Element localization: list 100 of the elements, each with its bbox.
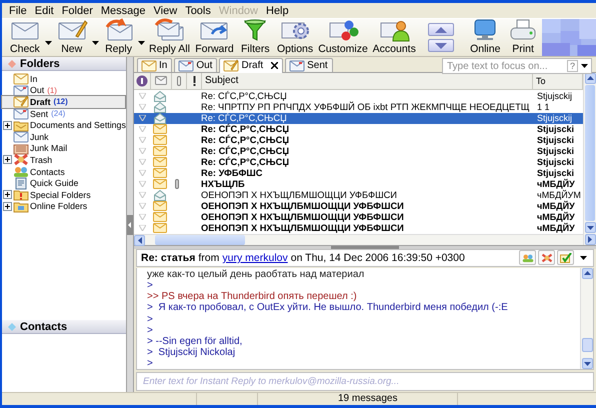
message-row[interactable]: Re: УФБФШС Stjujscki bbox=[134, 168, 583, 179]
toolbar-button[interactable]: Accounts bbox=[370, 19, 418, 56]
menu-item[interactable]: View bbox=[150, 4, 182, 16]
toolbar-button[interactable]: Options bbox=[274, 19, 316, 56]
toolbar-button[interactable]: Reply bbox=[100, 19, 138, 56]
vertical-scrollbar[interactable] bbox=[580, 268, 593, 370]
unread-count: (12) bbox=[54, 97, 68, 106]
pane-title: Folders bbox=[20, 58, 60, 70]
down-arrow-icon bbox=[435, 42, 448, 48]
up-arrow-icon[interactable] bbox=[584, 271, 590, 276]
tab[interactable]: In bbox=[137, 58, 172, 72]
quote-line: > bbox=[147, 324, 154, 336]
quote-line: > bbox=[147, 358, 154, 370]
message-row[interactable]: ОЕНОПЭП Х НХЪЩЛБМШОЩЦИ УФБФШСИ чМБДЙУ bbox=[134, 222, 583, 234]
message-row[interactable]: Re: СЃС‚Р°С‚СЊСЏ Stjujsckij bbox=[134, 112, 583, 124]
menu-item[interactable]: Message bbox=[96, 4, 150, 16]
tree-item[interactable]: Contacts bbox=[2, 166, 125, 178]
menu-item[interactable]: File bbox=[5, 4, 31, 16]
table-cell-text: 1 1 bbox=[536, 102, 551, 112]
folder-icon bbox=[13, 188, 29, 202]
envelope-icon[interactable] bbox=[155, 76, 167, 86]
previous-button[interactable] bbox=[428, 23, 454, 36]
horizontal-scrollbar[interactable] bbox=[134, 234, 583, 246]
tree-item[interactable]: Sent (24) bbox=[2, 108, 125, 120]
expand-icon[interactable] bbox=[3, 202, 12, 211]
quote-line: > Stjujsckij Nickolaj bbox=[147, 347, 236, 358]
up-arrow-icon[interactable] bbox=[586, 76, 594, 80]
tree-item[interactable]: Special Folders bbox=[2, 188, 125, 201]
help-button[interactable]: ? bbox=[567, 60, 578, 72]
column-title[interactable]: Subject bbox=[202, 72, 533, 89]
right-arrow-icon[interactable] bbox=[588, 236, 592, 244]
menu-item[interactable]: Folder bbox=[58, 4, 97, 16]
menu-item[interactable]: Help bbox=[262, 4, 293, 16]
tree-item[interactable]: Online Folders bbox=[2, 200, 125, 212]
message-row[interactable]: ОЕНОПЭП Х НХЪЩЛБМШОЩЦИ УФБФШСИ чМБДЙУМ bbox=[134, 190, 583, 201]
toolbar-button[interactable]: Online bbox=[466, 19, 504, 56]
tab[interactable]: Sent bbox=[285, 58, 333, 72]
tab[interactable]: Out bbox=[174, 58, 218, 72]
tree-item[interactable]: In bbox=[2, 73, 125, 85]
message-row[interactable]: Re: СЃС‚Р°С‚СЊСЏ Stjujscki bbox=[134, 124, 583, 135]
next-button[interactable] bbox=[428, 39, 454, 52]
toolbar-button[interactable]: New bbox=[52, 19, 91, 56]
toolbar-button[interactable]: Filters bbox=[236, 19, 274, 56]
message-row[interactable]: Re: СЃС‚Р°С‚СЊСЏ Stjujscki bbox=[134, 146, 583, 157]
paperclip-icon[interactable] bbox=[177, 76, 181, 86]
scroll-thumb[interactable] bbox=[582, 338, 592, 352]
message-row[interactable]: Re: СЃС‚Р°С‚СЊСЏ Stjujscki bbox=[134, 156, 583, 168]
caret-icon[interactable] bbox=[581, 64, 588, 68]
expand-icon[interactable] bbox=[3, 155, 12, 164]
thread-icon[interactable] bbox=[136, 74, 148, 87]
message-row[interactable]: Re: СЃС‚Р°С‚СЊСЏ Stjujscki bbox=[134, 134, 583, 146]
table-cell-text: Stjujscki bbox=[536, 146, 576, 156]
scroll-thumb[interactable] bbox=[155, 235, 245, 246]
collapse-icon[interactable] bbox=[127, 214, 133, 234]
envelope-icon bbox=[13, 107, 29, 120]
tree-item[interactable]: Documents and Settings bbox=[2, 119, 125, 131]
checkmark-icon[interactable] bbox=[557, 250, 574, 266]
tab[interactable]: Draft bbox=[219, 58, 284, 73]
scroll-thumb[interactable] bbox=[585, 84, 595, 222]
cross-icon[interactable] bbox=[538, 250, 555, 266]
instant-reply-field[interactable]: Enter text for Instant Reply to merkulov@mozilla-russia.org... bbox=[136, 372, 594, 391]
message-row[interactable]: Re: ЧПРТПУ РП РПЧПДХ УФБФШЙ ОБ ixbt РТП ЖЕКМПЧЩЕ НЕОЕДЦЕТЩ 1 1 bbox=[134, 102, 583, 113]
table-cell-text: чМБДЙУМ bbox=[536, 190, 582, 200]
tree-item[interactable]: Junk Mail bbox=[2, 142, 125, 154]
message-row[interactable]: ОЕНОПЭП Х НХЪЩЛБМШОЩЦИ УФБФШСИ чМБДЙУ bbox=[134, 200, 583, 212]
toolbar-button[interactable]: Print bbox=[504, 19, 542, 56]
priority-icon[interactable] bbox=[192, 76, 196, 86]
pane-title: Contacts bbox=[20, 320, 68, 332]
table-cell-text: Stjujscki bbox=[536, 135, 576, 146]
tree-item[interactable]: Junk bbox=[2, 130, 125, 143]
toolbar-button[interactable]: Customize bbox=[316, 19, 370, 56]
toolbar-button[interactable]: Check bbox=[6, 19, 44, 56]
menu-item[interactable]: Edit bbox=[30, 4, 58, 16]
message-row[interactable]: Re: СЃС‚Р°С‚СЊСЏ Stjujsckij bbox=[134, 90, 583, 102]
quote-line: > --Sin egen för alltid, bbox=[147, 336, 244, 348]
down-arrow-icon[interactable] bbox=[586, 226, 594, 230]
down-arrow-icon[interactable] bbox=[584, 362, 590, 366]
menu-item[interactable]: Tools bbox=[181, 4, 215, 16]
tree-item[interactable]: Draft (12) bbox=[2, 96, 125, 108]
tree-item[interactable]: Quick Guide bbox=[2, 177, 125, 189]
table-cell-text: ОЕНОПЭП Х НХЪЩЛБМШОЩЦИ УФБФШСИ bbox=[200, 223, 405, 234]
envelope-pencil-icon bbox=[223, 59, 240, 72]
expand-icon[interactable] bbox=[3, 190, 12, 200]
vertical-scrollbar[interactable] bbox=[583, 72, 596, 246]
expand-icon[interactable] bbox=[3, 120, 12, 130]
tree-item[interactable]: Trash bbox=[2, 154, 125, 166]
table-cell-text: Stjujscki bbox=[536, 124, 576, 134]
sender-link[interactable]: yury merkulov bbox=[222, 252, 288, 264]
left-arrow-icon[interactable] bbox=[138, 237, 142, 244]
toolbar-button[interactable]: Forward bbox=[192, 19, 236, 56]
message-row[interactable]: НХЪЩЛБ чМБДЙУ bbox=[134, 178, 583, 190]
splitter-handle[interactable] bbox=[331, 246, 399, 250]
search-field[interactable]: Type text to focus on... ? bbox=[442, 58, 592, 74]
status-text: 19 messages bbox=[258, 393, 458, 405]
message-row[interactable]: ОЕНОПЭП Х НХЪЩЛБМШОЩЦИ УФБФШСИ чМБДЙУ bbox=[134, 212, 583, 223]
table-cell-text: Re: СЃС‚Р°С‚СЊСЏ bbox=[200, 157, 290, 168]
table-cell-text: Re: СЃС‚Р°С‚СЊСЏ bbox=[200, 124, 290, 134]
toolbar-button[interactable]: Reply All bbox=[146, 19, 192, 56]
close-icon[interactable] bbox=[271, 62, 278, 70]
folder-icon bbox=[13, 200, 29, 213]
